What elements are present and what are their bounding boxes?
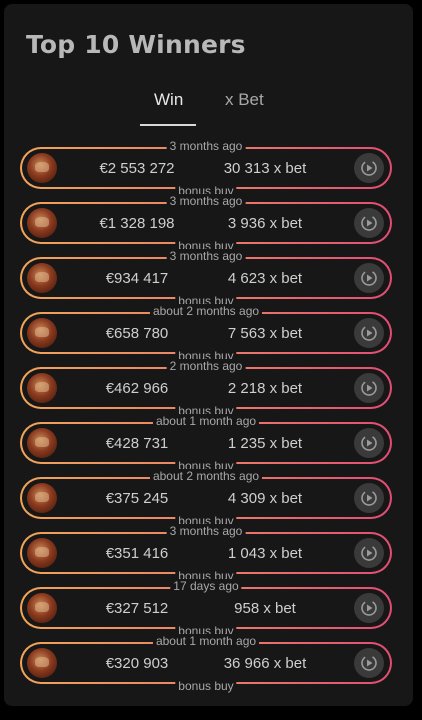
win-time-label: about 1 month ago (152, 414, 260, 428)
winner-row[interactable]: €934 417 4 623 x bet 3 months ago bonus … (20, 249, 392, 308)
active-tab-indicator (140, 124, 196, 126)
winner-row-body: €934 417 4 623 x bet (22, 259, 390, 297)
winner-row-body: €320 903 36 966 x bet (22, 644, 390, 682)
winner-row-body: €375 245 4 309 x bet (22, 479, 390, 517)
win-amount: €320 903 (105, 655, 169, 672)
winner-row-body: €658 780 7 563 x bet (22, 314, 390, 352)
replay-button[interactable] (354, 428, 384, 458)
x-bet-value: 7 563 x bet (227, 325, 303, 342)
replay-button[interactable] (354, 373, 384, 403)
replay-icon (361, 545, 377, 561)
replay-button[interactable] (354, 263, 384, 293)
winner-row-body: €327 512 958 x bet (22, 589, 390, 627)
game-avatar (27, 208, 57, 238)
replay-button[interactable] (354, 153, 384, 183)
replay-icon (361, 655, 377, 671)
x-bet-value: 1 043 x bet (227, 545, 303, 562)
panel-title: Top 10 Winners (26, 30, 246, 59)
win-amount: €934 417 (105, 270, 169, 287)
replay-button[interactable] (354, 593, 384, 623)
game-avatar (27, 483, 57, 513)
replay-icon (361, 435, 377, 451)
x-bet-value: 1 235 x bet (227, 435, 303, 452)
tab-win[interactable]: Win (154, 90, 183, 110)
win-time-label: about 2 months ago (149, 304, 263, 318)
x-bet-value: 958 x bet (234, 600, 296, 617)
game-avatar (27, 373, 57, 403)
replay-button[interactable] (354, 648, 384, 678)
win-time-label: 3 months ago (166, 194, 246, 208)
replay-button[interactable] (354, 538, 384, 568)
x-bet-value: 4 623 x bet (227, 270, 303, 287)
tab-x-bet[interactable]: x Bet (225, 90, 264, 110)
winner-row[interactable]: €658 780 7 563 x bet about 2 months ago … (20, 304, 392, 363)
winner-row[interactable]: €327 512 958 x bet 17 days ago bonus buy (20, 579, 392, 638)
win-time-label: 3 months ago (166, 524, 246, 538)
winner-row-body: €2 553 272 30 313 x bet (22, 149, 390, 187)
winner-row[interactable]: €375 245 4 309 x bet about 2 months ago … (20, 469, 392, 528)
replay-button[interactable] (354, 483, 384, 513)
winner-row[interactable]: €1 328 198 3 936 x bet 3 months ago bonu… (20, 194, 392, 253)
replay-icon (361, 600, 377, 616)
game-avatar (27, 263, 57, 293)
game-avatar (27, 593, 57, 623)
winner-row-body: €351 416 1 043 x bet (22, 534, 390, 572)
win-time-label: 2 months ago (166, 359, 246, 373)
win-time-label: 3 months ago (166, 139, 246, 153)
game-avatar (27, 318, 57, 348)
game-avatar (27, 153, 57, 183)
win-time-label: 17 days ago (170, 579, 242, 593)
replay-icon (361, 490, 377, 506)
x-bet-value: 30 313 x bet (223, 160, 307, 177)
game-avatar (27, 648, 57, 678)
winner-row[interactable]: €428 731 1 235 x bet about 1 month ago b… (20, 414, 392, 473)
winner-row-body: €462 966 2 218 x bet (22, 369, 390, 407)
replay-icon (361, 160, 377, 176)
win-time-label: 3 months ago (166, 249, 246, 263)
win-type-label: bonus buy (175, 679, 237, 693)
game-avatar (27, 538, 57, 568)
replay-icon (361, 270, 377, 286)
replay-icon (361, 380, 377, 396)
replay-button[interactable] (354, 318, 384, 348)
win-time-label: about 2 months ago (149, 469, 263, 483)
replay-icon (361, 215, 377, 231)
winner-row[interactable]: €462 966 2 218 x bet 2 months ago bonus … (20, 359, 392, 418)
win-amount: €351 416 (105, 545, 169, 562)
winner-row[interactable]: €2 553 272 30 313 x bet 3 months ago bon… (20, 139, 392, 198)
winner-row[interactable]: €320 903 36 966 x bet about 1 month ago … (20, 634, 392, 693)
x-bet-value: 3 936 x bet (227, 215, 303, 232)
winner-row-body: €428 731 1 235 x bet (22, 424, 390, 462)
win-amount: €462 966 (105, 380, 169, 397)
win-amount: €375 245 (105, 490, 169, 507)
x-bet-value: 4 309 x bet (227, 490, 303, 507)
win-amount: €327 512 (105, 600, 169, 617)
winner-row-body: €1 328 198 3 936 x bet (22, 204, 390, 242)
winner-row[interactable]: €351 416 1 043 x bet 3 months ago bonus … (20, 524, 392, 583)
replay-button[interactable] (354, 208, 384, 238)
win-time-label: about 1 month ago (152, 634, 260, 648)
x-bet-value: 36 966 x bet (223, 655, 307, 672)
win-amount: €428 731 (105, 435, 169, 452)
game-avatar (27, 428, 57, 458)
win-amount: €2 553 272 (99, 160, 175, 177)
win-amount: €1 328 198 (99, 215, 175, 232)
win-amount: €658 780 (105, 325, 169, 342)
x-bet-value: 2 218 x bet (227, 380, 303, 397)
replay-icon (361, 325, 377, 341)
